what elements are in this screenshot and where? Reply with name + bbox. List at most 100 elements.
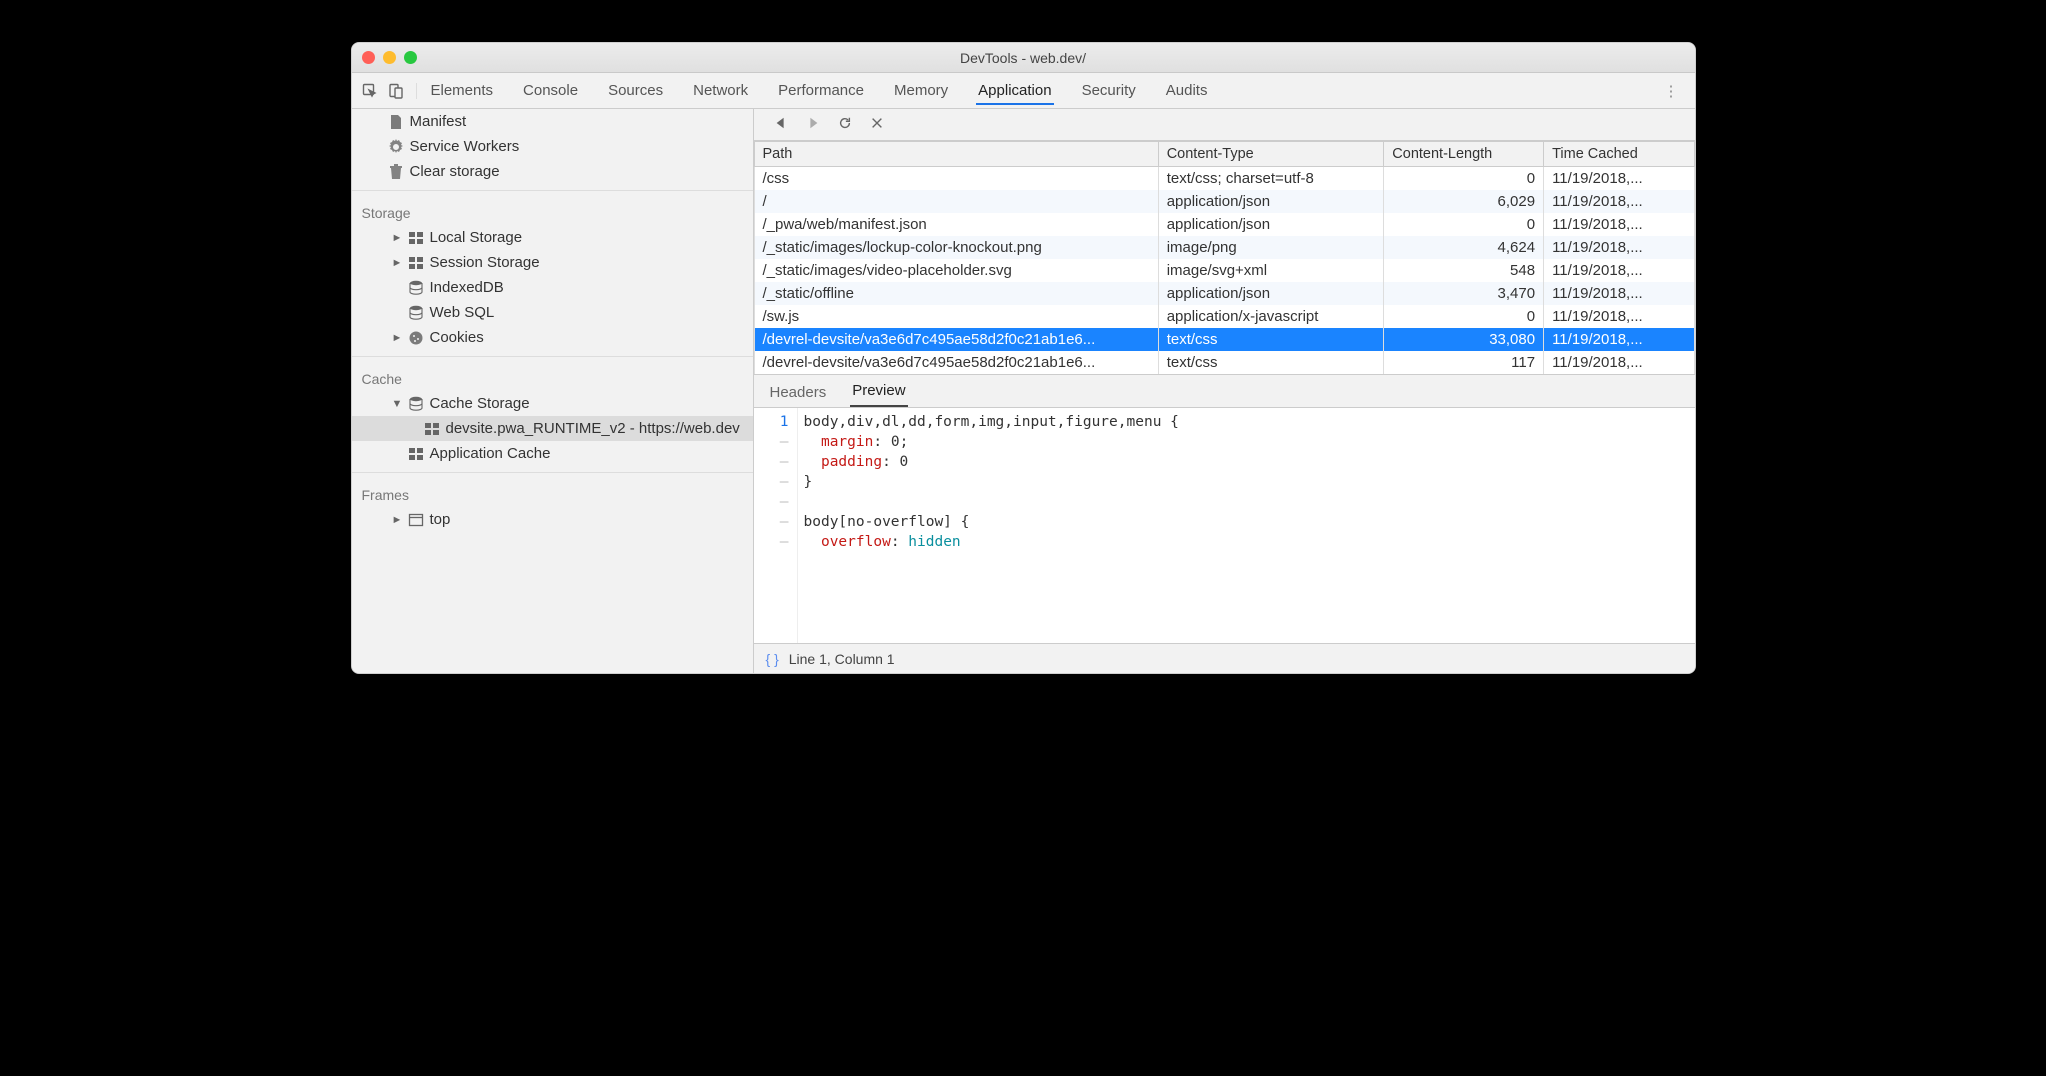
sidebar-item-top[interactable]: ►top <box>352 507 753 532</box>
code-content: body,div,dl,dd,form,img,input,figure,men… <box>798 408 1185 643</box>
disclosure-icon[interactable]: ► <box>392 257 402 269</box>
sidebar-item-label: Manifest <box>410 113 467 130</box>
close-icon[interactable] <box>362 51 375 64</box>
cell-clen: 0 <box>1384 305 1544 328</box>
sidebar-item-label: Cache Storage <box>430 395 530 412</box>
tab-application[interactable]: Application <box>976 76 1053 105</box>
cache-entries-table: PathContent-TypeContent-LengthTime Cache… <box>754 141 1695 374</box>
sidebar-item-cookies[interactable]: ►Cookies <box>352 325 753 350</box>
subtab-headers[interactable]: Headers <box>768 378 829 407</box>
sidebar-item-clear-storage[interactable]: Clear storage <box>352 159 753 184</box>
sidebar-item-application-cache[interactable]: Application Cache <box>352 441 753 466</box>
clear-icon[interactable] <box>870 116 884 134</box>
disclosure-icon[interactable]: ► <box>392 332 402 344</box>
kebab-menu-icon[interactable]: ⋮ <box>1658 82 1685 100</box>
cell-time: 11/19/2018,... <box>1544 236 1694 259</box>
cell-time: 11/19/2018,... <box>1544 282 1694 305</box>
devtools-window: DevTools - web.dev/ Elements Console Sourc… <box>351 42 1696 674</box>
col-path[interactable]: Path <box>754 142 1158 167</box>
disclosure-icon[interactable]: ► <box>392 232 402 244</box>
cell-path: /devrel-devsite/va3e6d7c495ae58d2f0c21ab… <box>754 328 1158 351</box>
grid-icon <box>408 255 424 271</box>
table-row[interactable]: /csstext/css; charset=utf-8011/19/2018,.… <box>754 167 1694 191</box>
titlebar: DevTools - web.dev/ <box>352 43 1695 73</box>
disclosure-icon[interactable]: ▼ <box>392 398 402 410</box>
tab-audits[interactable]: Audits <box>1164 76 1210 105</box>
line-gutter: 1–––––– <box>754 408 798 643</box>
table-row[interactable]: /_static/images/video-placeholder.svgima… <box>754 259 1694 282</box>
tab-memory[interactable]: Memory <box>892 76 950 105</box>
sidebar-item-service-workers[interactable]: Service Workers <box>352 134 753 159</box>
cell-time: 11/19/2018,... <box>1544 190 1694 213</box>
table-row[interactable]: /devrel-devsite/va3e6d7c495ae58d2f0c21ab… <box>754 328 1694 351</box>
cell-path: / <box>754 190 1158 213</box>
sidebar-item-manifest[interactable]: Manifest <box>352 109 753 134</box>
refresh-icon[interactable] <box>838 116 852 134</box>
sidebar-item-local-storage[interactable]: ►Local Storage <box>352 225 753 250</box>
cell-ctype: application/json <box>1158 213 1384 236</box>
tab-security[interactable]: Security <box>1080 76 1138 105</box>
inspect-icon[interactable] <box>362 83 378 99</box>
sidebar-item-cache-storage[interactable]: ▼ Cache Storage <box>352 391 753 416</box>
cell-path: /sw.js <box>754 305 1158 328</box>
minimize-icon[interactable] <box>383 51 396 64</box>
device-toggle-icon[interactable] <box>388 83 404 99</box>
preview-subtabs: Headers Preview <box>754 374 1695 408</box>
pretty-print-icon[interactable]: { } <box>766 651 779 667</box>
cache-section-label: Cache <box>352 363 753 391</box>
cache-toolbar <box>754 109 1695 141</box>
cell-time: 11/19/2018,... <box>1544 328 1694 351</box>
col-content-type[interactable]: Content-Type <box>1158 142 1384 167</box>
gear-icon <box>388 139 404 155</box>
cell-clen: 33,080 <box>1384 328 1544 351</box>
table-row[interactable]: /_pwa/web/manifest.jsonapplication/json0… <box>754 213 1694 236</box>
cell-time: 11/19/2018,... <box>1544 167 1694 191</box>
sidebar-item-devsite-pwa-runtime-v2-https-w[interactable]: devsite.pwa_RUNTIME_v2 - https://web.dev <box>352 416 753 441</box>
nav-forward-icon[interactable] <box>806 116 820 134</box>
trash-icon <box>388 164 404 180</box>
traffic-lights <box>362 51 417 64</box>
table-row[interactable]: /sw.jsapplication/x-javascript011/19/201… <box>754 305 1694 328</box>
db-icon <box>408 280 424 296</box>
sidebar-item-label: Service Workers <box>410 138 520 155</box>
window-title: DevTools - web.dev/ <box>352 50 1695 66</box>
subtab-preview[interactable]: Preview <box>850 376 907 407</box>
col-content-length[interactable]: Content-Length <box>1384 142 1544 167</box>
db-icon <box>408 396 424 412</box>
table-row[interactable]: /_static/images/lockup-color-knockout.pn… <box>754 236 1694 259</box>
cell-path: /_pwa/web/manifest.json <box>754 213 1158 236</box>
cell-ctype: application/json <box>1158 190 1384 213</box>
table-row[interactable]: /application/json6,02911/19/2018,... <box>754 190 1694 213</box>
preview-pane: 1–––––– body,div,dl,dd,form,img,input,fi… <box>754 408 1695 643</box>
main-tabbar: Elements Console Sources Network Performance… <box>352 73 1695 109</box>
tab-console[interactable]: Console <box>521 76 580 105</box>
tab-elements[interactable]: Elements <box>429 76 496 105</box>
sidebar-item-label: Application Cache <box>430 445 551 462</box>
tab-network[interactable]: Network <box>691 76 750 105</box>
cursor-position: Line 1, Column 1 <box>789 651 895 667</box>
db-icon <box>408 305 424 321</box>
table-row[interactable]: /_static/offlineapplication/json3,47011/… <box>754 282 1694 305</box>
cell-clen: 4,624 <box>1384 236 1544 259</box>
sidebar-item-web-sql[interactable]: Web SQL <box>352 300 753 325</box>
zoom-icon[interactable] <box>404 51 417 64</box>
sidebar-item-indexeddb[interactable]: IndexedDB <box>352 275 753 300</box>
sidebar-item-label: Session Storage <box>430 254 540 271</box>
cell-ctype: application/json <box>1158 282 1384 305</box>
tab-sources[interactable]: Sources <box>606 76 665 105</box>
cell-ctype: text/css <box>1158 328 1384 351</box>
cell-clen: 0 <box>1384 167 1544 191</box>
table-row[interactable]: /devrel-devsite/va3e6d7c495ae58d2f0c21ab… <box>754 351 1694 374</box>
sidebar-item-label: Web SQL <box>430 304 495 321</box>
cell-time: 11/19/2018,... <box>1544 259 1694 282</box>
col-time-cached[interactable]: Time Cached <box>1544 142 1694 167</box>
statusbar: { } Line 1, Column 1 <box>754 643 1695 673</box>
cell-path: /devrel-devsite/va3e6d7c495ae58d2f0c21ab… <box>754 351 1158 374</box>
nav-back-icon[interactable] <box>774 116 788 134</box>
tab-performance[interactable]: Performance <box>776 76 866 105</box>
cell-time: 11/19/2018,... <box>1544 305 1694 328</box>
sidebar-item-label: devsite.pwa_RUNTIME_v2 - https://web.dev <box>446 420 740 437</box>
grid-icon <box>408 446 424 462</box>
sidebar-item-session-storage[interactable]: ► Session Storage <box>352 250 753 275</box>
disclosure-icon[interactable]: ► <box>392 514 402 526</box>
